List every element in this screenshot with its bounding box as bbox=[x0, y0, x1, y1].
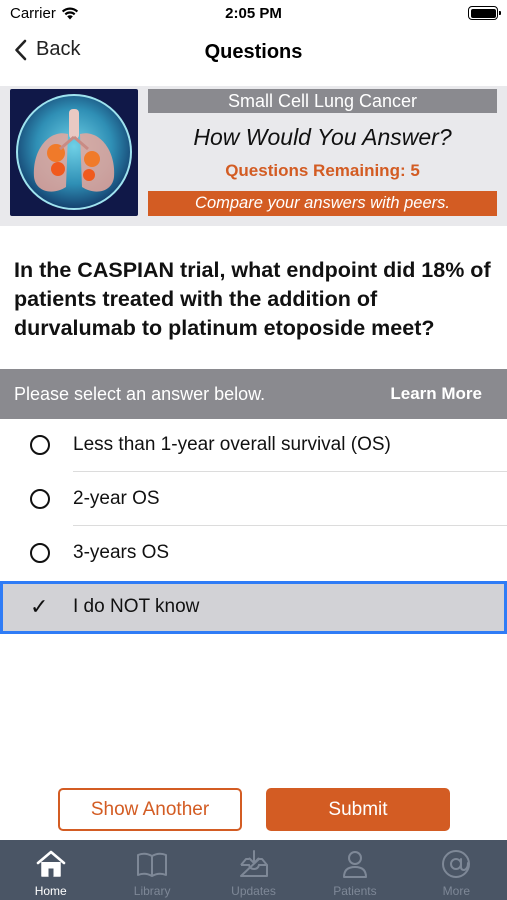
divider bbox=[73, 525, 507, 526]
tab-more[interactable]: More bbox=[406, 840, 507, 900]
battery-icon bbox=[468, 6, 501, 20]
banner-headline: How Would You Answer? bbox=[193, 124, 452, 150]
topic-banner: Small Cell Lung Cancer How Would You Ans… bbox=[0, 86, 507, 226]
answer-option[interactable]: 2-year OS bbox=[0, 473, 507, 526]
clock: 2:05 PM bbox=[225, 5, 282, 22]
checkmark-icon: ✓ bbox=[30, 594, 49, 619]
instruction-bar: Please select an answer below. Learn Mor… bbox=[0, 369, 507, 419]
status-bar: Carrier 2:05 PM bbox=[0, 0, 507, 30]
lungs-illustration bbox=[10, 89, 138, 216]
tab-library[interactable]: Library bbox=[101, 840, 202, 900]
compare-peers-banner: Compare your answers with peers. bbox=[148, 191, 497, 216]
answer-option[interactable]: 3-years OS bbox=[0, 527, 507, 580]
topic-label: Small Cell Lung Cancer bbox=[148, 89, 497, 113]
at-sign-icon bbox=[442, 850, 471, 878]
tab-label: Home bbox=[34, 884, 67, 898]
tab-updates[interactable]: Updates bbox=[203, 840, 304, 900]
answer-option-selected[interactable]: ✓ I do NOT know bbox=[0, 581, 507, 634]
radio-button[interactable] bbox=[30, 489, 50, 509]
answer-option[interactable]: Less than 1-year overall survival (OS) bbox=[0, 419, 507, 472]
answer-label: 2-year OS bbox=[73, 488, 160, 509]
tab-label: Updates bbox=[231, 884, 276, 898]
submit-button[interactable]: Submit bbox=[266, 788, 450, 831]
answer-label: Less than 1-year overall survival (OS) bbox=[73, 434, 391, 455]
question-text: In the CASPIAN trial, what endpoint did … bbox=[14, 258, 491, 340]
answer-label: 3-years OS bbox=[73, 542, 170, 563]
instruction-text: Please select an answer below. bbox=[14, 384, 266, 404]
tab-label: Patients bbox=[333, 884, 377, 898]
show-another-button[interactable]: Show Another bbox=[58, 788, 242, 831]
radio-button[interactable] bbox=[30, 543, 50, 563]
book-icon bbox=[137, 852, 168, 877]
home-icon bbox=[36, 850, 66, 877]
learn-more-link[interactable]: Learn More bbox=[390, 384, 482, 404]
answer-label: I do NOT know bbox=[73, 596, 200, 617]
tab-bar: Home Library Updates Patients More bbox=[0, 840, 507, 900]
page-title: Questions bbox=[204, 41, 303, 63]
tab-label: Library bbox=[133, 884, 171, 898]
radio-button[interactable] bbox=[30, 435, 50, 455]
questions-remaining: Questions Remaining: 5 bbox=[225, 161, 420, 180]
navigation-bar: Back Questions bbox=[0, 30, 507, 76]
inbox-download-icon bbox=[239, 850, 268, 877]
tab-home[interactable]: Home bbox=[0, 840, 101, 900]
tab-label: More bbox=[442, 884, 470, 898]
tab-patients[interactable]: Patients bbox=[304, 840, 405, 900]
divider bbox=[73, 471, 507, 472]
person-icon bbox=[342, 851, 367, 878]
